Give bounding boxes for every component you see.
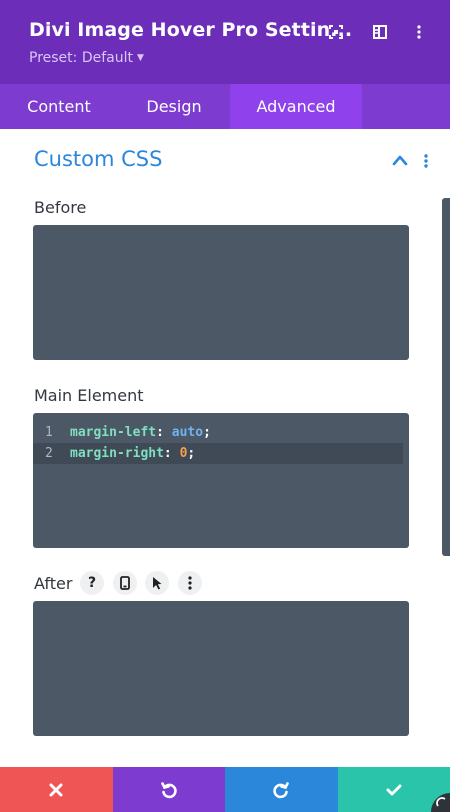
tab-bar: Content Design Advanced xyxy=(0,84,450,129)
line-number: 2 xyxy=(45,446,53,461)
more-vertical-icon[interactable] xyxy=(421,152,431,170)
preset-dropdown[interactable]: Preset: Default ▼ xyxy=(29,50,144,66)
before-css-editor[interactable] xyxy=(33,225,409,360)
before-label: Before xyxy=(34,198,87,217)
tab-advanced[interactable]: Advanced xyxy=(230,84,362,129)
after-css-editor[interactable] xyxy=(33,601,409,736)
after-label: After xyxy=(34,574,73,593)
redo-button[interactable] xyxy=(225,767,338,812)
scrollbar[interactable] xyxy=(442,198,450,556)
code-line-active: 2 margin-right: 0; xyxy=(33,443,403,464)
section-title[interactable]: Custom CSS xyxy=(34,147,162,171)
modal-title: Divi Image Hover Pro Settin... xyxy=(29,19,353,41)
line-number: 1 xyxy=(45,425,53,440)
footer-actions xyxy=(0,767,450,812)
chevron-up-icon[interactable] xyxy=(391,152,409,168)
close-icon xyxy=(49,783,63,796)
check-icon xyxy=(386,784,402,795)
undo-button[interactable] xyxy=(112,767,225,812)
resize-icon xyxy=(436,797,446,807)
tab-design[interactable]: Design xyxy=(118,84,230,129)
caret-down-icon: ▼ xyxy=(136,53,144,63)
tab-content[interactable]: Content xyxy=(0,84,118,129)
main-element-css-editor[interactable]: 1 margin-left: auto; 2 margin-right: 0; xyxy=(33,413,409,548)
undo-icon xyxy=(160,781,177,798)
more-vertical-icon[interactable] xyxy=(409,22,429,42)
help-icon[interactable]: ? xyxy=(80,571,104,595)
code-text: margin-right: 0; xyxy=(70,446,196,461)
redo-icon xyxy=(273,781,290,798)
discard-button[interactable] xyxy=(0,767,113,812)
code-line: 1 margin-left: auto; xyxy=(33,422,403,443)
cursor-icon[interactable] xyxy=(145,571,169,595)
code-text: margin-left: auto; xyxy=(70,425,211,440)
mobile-icon[interactable] xyxy=(113,571,137,595)
more-vertical-icon[interactable] xyxy=(178,571,202,595)
main-element-label: Main Element xyxy=(34,386,144,405)
sidebar-toggle-icon[interactable] xyxy=(370,22,390,42)
settings-header: Divi Image Hover Pro Settin... Preset: D… xyxy=(0,0,450,84)
focus-icon[interactable] xyxy=(326,22,346,42)
preset-label: Preset: Default xyxy=(29,50,133,66)
